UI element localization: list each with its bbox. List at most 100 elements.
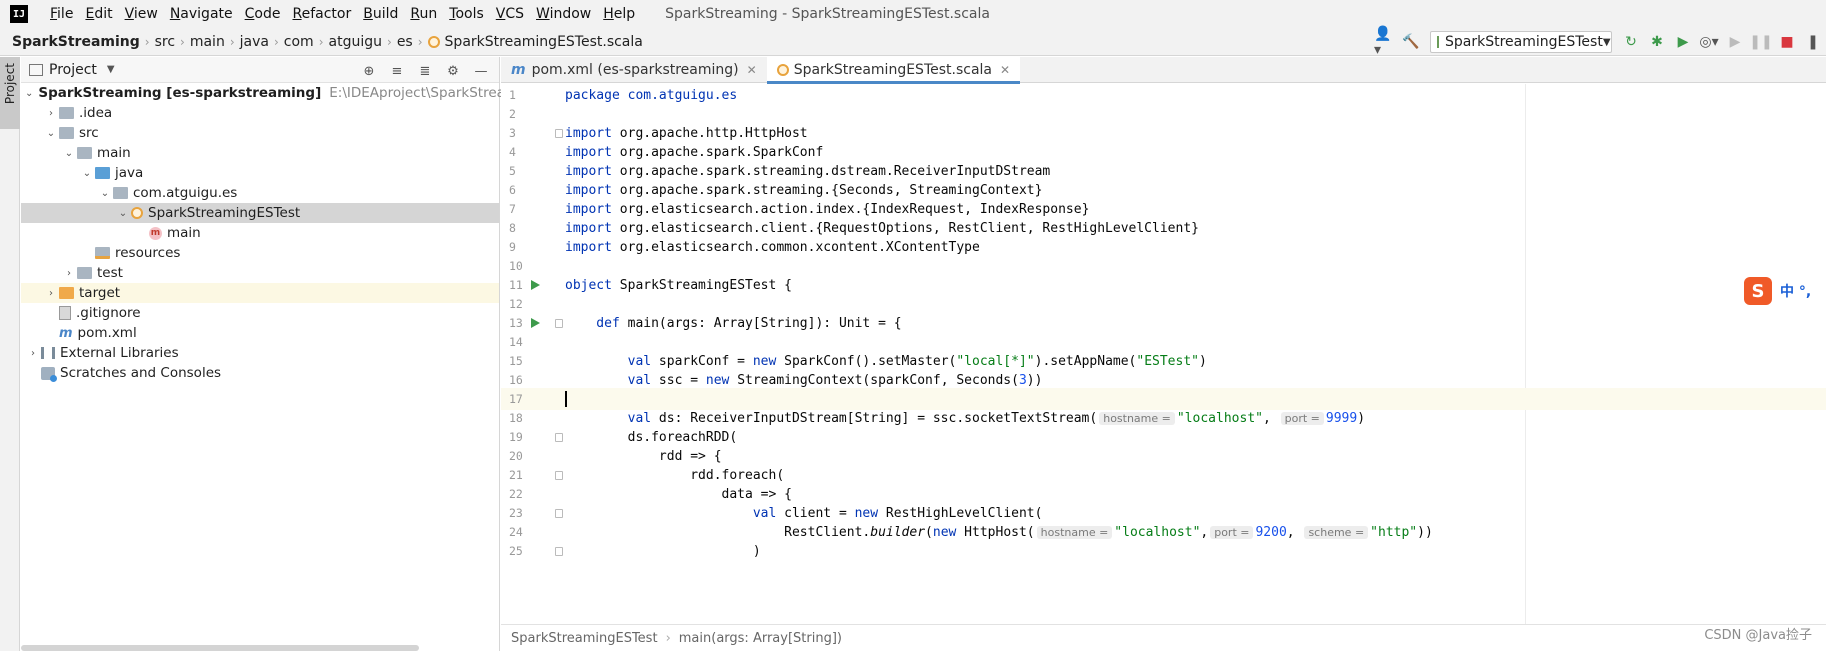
menu-build[interactable]: Build xyxy=(357,0,404,28)
menu-navigate[interactable]: Navigate xyxy=(164,0,239,28)
chevron-down-icon[interactable]: ⌄ xyxy=(115,208,131,219)
code-token: 9200 xyxy=(1255,524,1287,540)
tab-label: SparkStreamingESTest.scala xyxy=(793,62,992,78)
close-icon[interactable]: ✕ xyxy=(1000,63,1010,77)
crumb-com[interactable]: com xyxy=(284,34,314,50)
chevron-down-icon[interactable]: ⌄ xyxy=(79,168,95,179)
excluded-folder-icon xyxy=(59,287,74,299)
menu-run[interactable]: Run xyxy=(404,0,443,28)
menu-edit[interactable]: Edit xyxy=(79,0,118,28)
tree-node-method-main[interactable]: › m main xyxy=(21,223,499,243)
crumb-atguigu[interactable]: atguigu xyxy=(329,34,382,50)
menu-code[interactable]: Code xyxy=(239,0,287,28)
ime-toolbar[interactable]: S 中 °, xyxy=(1742,275,1826,307)
menu-help[interactable]: Help xyxy=(597,0,641,28)
locate-icon[interactable]: ⊕ xyxy=(357,60,381,82)
tree-node-gitignore[interactable]: › .gitignore xyxy=(21,303,499,323)
close-icon[interactable]: ✕ xyxy=(747,63,757,77)
fold-icon[interactable] xyxy=(555,546,563,556)
chevron-right-icon: › xyxy=(273,34,279,49)
menu-tools[interactable]: Tools xyxy=(443,0,490,28)
chevron-down-icon[interactable]: ⌄ xyxy=(97,188,113,199)
gear-icon[interactable]: ⚙ xyxy=(441,60,465,82)
tree-node-package[interactable]: ⌄ com.atguigu.es xyxy=(21,183,499,203)
tree-node-label: pom.xml xyxy=(77,325,137,341)
chevron-right-icon[interactable]: › xyxy=(43,288,59,299)
tab-pom-xml[interactable]: m pom.xml (es-sparkstreaming) ✕ xyxy=(501,57,767,83)
project-tool-tab-label: Project xyxy=(3,63,17,105)
tree-node-external-libraries[interactable]: › External Libraries xyxy=(21,343,499,363)
crumb-file[interactable]: SparkStreamingESTest.scala xyxy=(427,34,643,50)
chevron-down-icon[interactable]: ⌄ xyxy=(43,128,59,139)
build-hammer-icon[interactable]: 🔨 xyxy=(1400,31,1422,53)
collapse-all-icon[interactable]: ≣ xyxy=(413,60,437,82)
tree-node-label: .gitignore xyxy=(76,305,141,321)
code-text: val ssc = new StreamingContext(sparkConf… xyxy=(565,373,1043,388)
crumb-project[interactable]: SparkStreaming xyxy=(12,34,140,50)
code-token: import xyxy=(565,182,612,198)
fold-icon[interactable] xyxy=(555,318,563,328)
chevron-right-icon[interactable]: › xyxy=(61,268,77,279)
crumb-main[interactable]: main xyxy=(190,34,225,50)
chevron-down-icon[interactable]: ⌄ xyxy=(25,88,33,99)
tree-node-resources[interactable]: › resources xyxy=(21,243,499,263)
code-area[interactable]: 1 package com.atguigu.es 2 3 import org.… xyxy=(501,84,1826,624)
code-token: def xyxy=(565,315,620,331)
expand-all-icon[interactable]: ≡ xyxy=(385,60,409,82)
crumb-java[interactable]: java xyxy=(240,34,269,50)
tree-node-object[interactable]: ⌄ SparkStreamingESTest xyxy=(21,203,499,223)
debug-icon[interactable]: ✱ xyxy=(1646,31,1668,53)
run-gutter-icon[interactable] xyxy=(531,280,540,290)
chevron-down-icon[interactable]: ▼ xyxy=(107,64,115,75)
chevron-down-icon[interactable]: ⌄ xyxy=(61,148,77,159)
fold-icon[interactable] xyxy=(555,470,563,480)
tree-node-idea[interactable]: › .idea xyxy=(21,103,499,123)
crumb-es[interactable]: es xyxy=(397,34,413,50)
run-configuration-select[interactable]: SparkStreamingESTest ▼ xyxy=(1430,31,1612,53)
horizontal-scrollbar[interactable] xyxy=(21,645,419,651)
tree-node-main[interactable]: ⌄ main xyxy=(21,143,499,163)
tree-node-java[interactable]: ⌄ java xyxy=(21,163,499,183)
tree-node-src[interactable]: ⌄ src xyxy=(21,123,499,143)
chevron-right-icon: › xyxy=(665,630,671,646)
editor-tabs: m pom.xml (es-sparkstreaming) ✕ SparkStr… xyxy=(501,57,1826,84)
code-token: import xyxy=(565,144,612,160)
menu-vcs[interactable]: VCS xyxy=(490,0,530,28)
run-icon[interactable]: ▶ xyxy=(1724,31,1746,53)
menu-refactor[interactable]: Refactor xyxy=(286,0,357,28)
user-icon[interactable]: 👤▾ xyxy=(1374,26,1396,58)
chevron-right-icon[interactable]: › xyxy=(43,108,59,119)
chevron-right-icon[interactable]: › xyxy=(25,348,41,359)
project-panel-title[interactable]: Project xyxy=(49,62,97,78)
more-icon[interactable]: ❚ xyxy=(1802,31,1824,53)
code-line[interactable]: 25 ) xyxy=(501,540,1826,562)
tab-spark-streaming-es-test[interactable]: SparkStreamingESTest.scala ✕ xyxy=(766,57,1021,84)
menu-view[interactable]: View xyxy=(119,0,164,28)
run-gutter-icon[interactable] xyxy=(531,318,540,328)
profile-icon[interactable]: ◎▾ xyxy=(1698,31,1720,53)
fold-icon[interactable] xyxy=(555,432,563,442)
editor-crumb-method[interactable]: main(args: Array[String]) xyxy=(679,631,842,646)
code-token: ds.foreachRDD( xyxy=(565,429,738,445)
rerun-icon[interactable]: ↻ xyxy=(1620,31,1642,53)
code-token: "local[*]" xyxy=(956,353,1035,369)
pause-icon[interactable]: ❚❚ xyxy=(1749,31,1772,53)
tree-node-test[interactable]: › test xyxy=(21,263,499,283)
crumb-src[interactable]: src xyxy=(155,34,175,50)
stop-icon[interactable]: ■ xyxy=(1776,31,1798,53)
tree-node-scratches[interactable]: › Scratches and Consoles xyxy=(21,363,499,383)
hide-icon[interactable]: — xyxy=(469,60,493,82)
project-tool-tab[interactable]: Project xyxy=(0,57,20,129)
menu-file[interactable]: File xyxy=(44,0,79,28)
line-number: 25 xyxy=(509,544,523,558)
fold-icon[interactable] xyxy=(555,508,563,518)
folder-icon xyxy=(77,267,92,279)
menu-window[interactable]: Window xyxy=(530,0,597,28)
tree-node-root[interactable]: ⌄ SparkStreaming [es-sparkstreaming] E:\… xyxy=(21,83,552,103)
coverage-icon[interactable]: ▶ xyxy=(1672,31,1694,53)
fold-icon[interactable] xyxy=(555,128,563,138)
editor-crumb-object[interactable]: SparkStreamingESTest xyxy=(511,631,658,646)
tree-node-pom[interactable]: › m pom.xml xyxy=(21,323,499,343)
code-token: org.apache.spark.streaming.{Seconds, Str… xyxy=(611,182,1043,198)
tree-node-target[interactable]: › target xyxy=(21,283,499,303)
